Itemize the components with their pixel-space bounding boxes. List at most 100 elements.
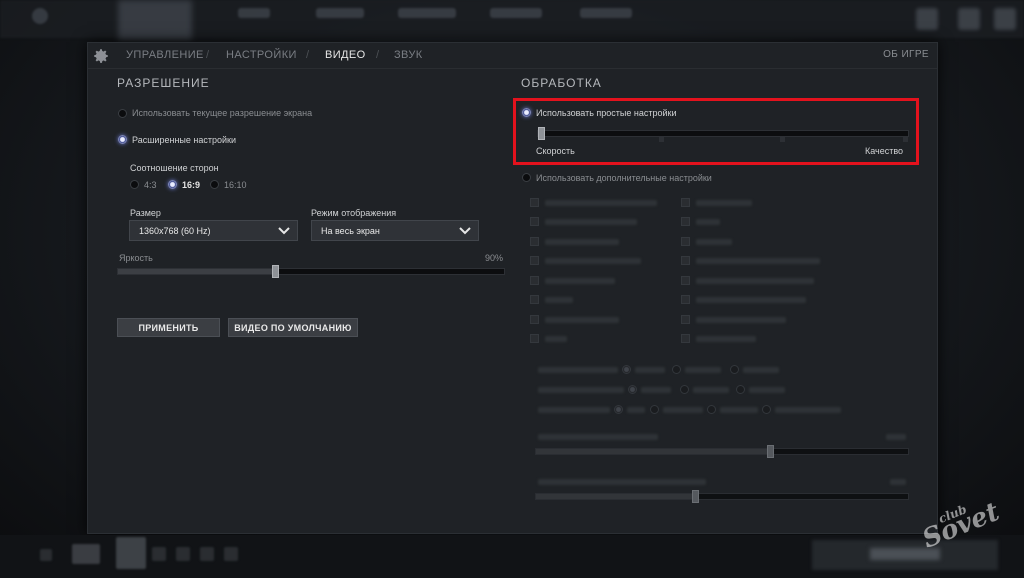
- settings-nav: УПРАВЛЕНИЕ / НАСТРОЙКИ / ВИДЕО / ЗВУК ОБ…: [88, 43, 937, 69]
- nav-separator: /: [206, 49, 210, 61]
- dim-radio: [680, 385, 689, 394]
- tab-sound[interactable]: ЗВУК: [394, 49, 423, 61]
- video-defaults-button[interactable]: ВИДЕО ПО УМОЛЧАНИЮ: [228, 318, 358, 337]
- chevron-down-icon: [278, 227, 290, 235]
- blurred-label: [663, 407, 703, 413]
- blurred-icon: [958, 8, 980, 30]
- blurred-label: [685, 367, 721, 373]
- dim-radio: [736, 385, 745, 394]
- blurred-label: [545, 258, 641, 264]
- option-checkbox: [530, 198, 539, 207]
- option-checkbox: [681, 334, 690, 343]
- blurred-menu-item: [238, 8, 270, 18]
- brightness-slider-fill: [118, 269, 272, 274]
- use-current-resolution-radio[interactable]: [118, 109, 127, 118]
- aspect-16-10-radio[interactable]: [210, 180, 219, 189]
- blurred-logo: [118, 0, 192, 40]
- blurred-label: [696, 278, 814, 284]
- blurred-label: [743, 367, 779, 373]
- advanced-rendering-label: Использовать дополнительные настройки: [536, 173, 712, 183]
- option-checkbox: [681, 217, 690, 226]
- dim-slider-fill: [536, 494, 694, 499]
- blurred-label: [538, 479, 706, 485]
- blurred-label: [693, 387, 729, 393]
- advanced-rendering-radio[interactable]: [522, 173, 531, 182]
- option-checkbox: [530, 315, 539, 324]
- blurred-icon: [200, 547, 214, 561]
- dim-radio: [762, 405, 771, 414]
- option-checkbox: [530, 276, 539, 285]
- blurred-label: [696, 219, 720, 225]
- blurred-label: [538, 434, 658, 440]
- option-checkbox: [681, 276, 690, 285]
- blurred-label: [545, 317, 619, 323]
- blurred-label: [775, 407, 841, 413]
- dim-radio: [672, 365, 681, 374]
- top-bar: [0, 0, 1024, 40]
- blurred-label: [696, 258, 820, 264]
- blurred-icon: [224, 547, 238, 561]
- blurred-icon: [40, 549, 52, 561]
- blurred-label: [890, 479, 906, 485]
- blurred-icon: [994, 8, 1016, 30]
- settings-panel: УПРАВЛЕНИЕ / НАСТРОЙКИ / ВИДЕО / ЗВУК ОБ…: [87, 42, 938, 534]
- blurred-label: [545, 200, 657, 206]
- advanced-settings-radio[interactable]: [118, 135, 127, 144]
- brightness-slider-thumb[interactable]: [272, 265, 279, 278]
- size-select-value: 1360x768 (60 Hz): [139, 226, 211, 236]
- blurred-label: [545, 278, 615, 284]
- apply-button[interactable]: ПРИМЕНИТЬ: [117, 318, 220, 337]
- blurred-label: [627, 407, 645, 413]
- blurred-label: [696, 317, 786, 323]
- dim-radio: [622, 365, 631, 374]
- display-mode-select[interactable]: На весь экран: [311, 220, 479, 241]
- tab-settings[interactable]: НАСТРОЙКИ: [226, 49, 297, 61]
- display-mode-select-value: На весь экран: [321, 226, 380, 236]
- dim-radio: [628, 385, 637, 394]
- rendering-heading: ОБРАБОТКА: [521, 76, 602, 90]
- blurred-menu-item: [398, 8, 456, 18]
- blurred-label: [538, 407, 610, 413]
- blurred-icon: [176, 547, 190, 561]
- blurred-label: [635, 367, 665, 373]
- blurred-menu-item: [490, 8, 542, 18]
- display-mode-label: Режим отображения: [311, 208, 397, 218]
- blurred-icon: [916, 8, 938, 30]
- aspect-16-9-radio[interactable]: [168, 180, 177, 189]
- blurred-label: [538, 387, 624, 393]
- option-checkbox: [530, 334, 539, 343]
- blurred-label: [696, 239, 732, 245]
- aspect-4-3-radio[interactable]: [130, 180, 139, 189]
- blurred-icon: [32, 8, 48, 24]
- aspect-ratio-label: Соотношение сторон: [130, 163, 219, 173]
- option-checkbox: [530, 217, 539, 226]
- blurred-label: [545, 219, 637, 225]
- blurred-label: [886, 434, 906, 440]
- blurred-label: [720, 407, 758, 413]
- tab-video[interactable]: ВИДЕО: [325, 49, 366, 61]
- option-checkbox: [681, 315, 690, 324]
- nav-separator: /: [376, 49, 380, 61]
- dim-radio: [707, 405, 716, 414]
- brightness-value: 90%: [485, 253, 504, 263]
- blurred-label: [696, 297, 806, 303]
- blurred-label: [545, 297, 573, 303]
- size-select[interactable]: 1360x768 (60 Hz): [129, 220, 298, 241]
- about-game-link[interactable]: ОБ ИГРЕ: [883, 49, 929, 60]
- blurred-menu-item: [316, 8, 364, 18]
- aspect-4-3-label: 4:3: [144, 180, 157, 190]
- option-checkbox: [681, 256, 690, 265]
- aspect-16-10-label: 16:10: [224, 180, 247, 190]
- blurred-label: [545, 336, 567, 342]
- dim-radio: [614, 405, 623, 414]
- brightness-label: Яркость: [119, 253, 153, 263]
- blurred-icon: [116, 537, 146, 569]
- blurred-icon: [72, 544, 100, 564]
- aspect-16-9-label: 16:9: [182, 180, 201, 190]
- gear-icon[interactable]: [92, 47, 110, 65]
- size-label: Размер: [130, 208, 161, 218]
- blurred-label: [696, 200, 752, 206]
- blurred-menu-item: [580, 8, 632, 18]
- tab-controls[interactable]: УПРАВЛЕНИЕ: [126, 49, 204, 61]
- blurred-label: [538, 367, 618, 373]
